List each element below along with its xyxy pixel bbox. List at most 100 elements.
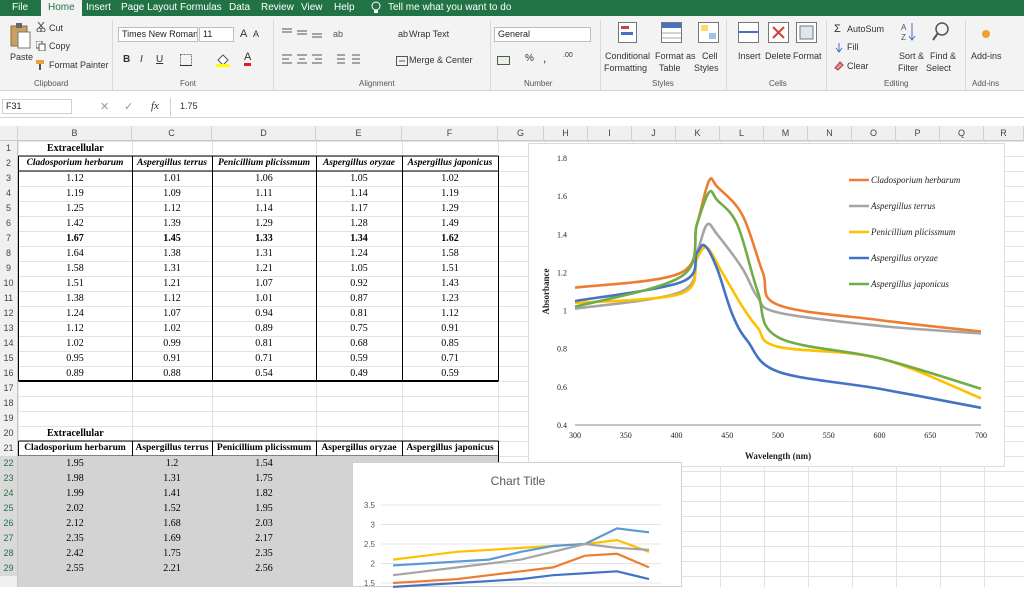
tab-insert[interactable]: Insert <box>86 0 111 16</box>
table1-cell[interactable]: 0.88 <box>132 366 212 381</box>
cell-styles-button-line2[interactable]: Styles <box>694 63 719 73</box>
addins-icon[interactable] <box>980 28 992 43</box>
table1-cell[interactable]: 1.58 <box>18 261 132 276</box>
table1-cell[interactable]: 0.91 <box>132 351 212 366</box>
conditional-formatting-button-line2[interactable]: Formatting <box>604 63 647 73</box>
table1-title[interactable]: Extracellular <box>47 143 104 154</box>
column-header-h[interactable]: H <box>544 126 588 141</box>
table1-cell[interactable]: 1.42 <box>18 216 132 231</box>
table1-cell[interactable]: 1.12 <box>18 321 132 336</box>
table2-cell[interactable]: 1.69 <box>132 531 212 546</box>
fill-icon[interactable] <box>834 43 844 56</box>
shrink-font-button[interactable]: A <box>253 29 259 39</box>
column-header-f[interactable]: F <box>402 126 498 141</box>
table1-cell[interactable]: 1.02 <box>402 171 498 186</box>
absorbance-chart[interactable]: 300 350 400 450 500 550 600 650 700 0.4 0.6 0.8 1 1.2… <box>528 143 1005 467</box>
table2-cell[interactable]: 1.95 <box>212 501 316 516</box>
cut-button[interactable]: Cut <box>49 23 63 33</box>
row-header[interactable]: 9 <box>0 261 17 276</box>
tab-data[interactable]: Data <box>229 0 250 16</box>
table1-cell[interactable]: 0.85 <box>402 336 498 351</box>
table1-cell[interactable]: 1.33 <box>212 231 316 246</box>
row-header[interactable]: 19 <box>0 411 17 426</box>
table1-cell[interactable]: 1.14 <box>212 201 316 216</box>
row-header[interactable]: 23 <box>0 471 17 486</box>
table1-cell[interactable]: 0.49 <box>316 366 402 381</box>
tab-file[interactable]: File <box>12 0 28 16</box>
orientation-icon[interactable]: ab <box>333 27 347 42</box>
table1-cell[interactable]: 1.58 <box>402 246 498 261</box>
table1-cell[interactable]: 1.24 <box>18 306 132 321</box>
row-header[interactable]: 29 <box>0 561 17 576</box>
table2-header-cell[interactable]: Aspergillus japonicus <box>402 441 498 456</box>
table1-cell[interactable]: 0.95 <box>18 351 132 366</box>
tab-help[interactable]: Help <box>334 0 355 16</box>
align-top-icon[interactable] <box>282 27 322 42</box>
table1-cell[interactable]: 1.64 <box>18 246 132 261</box>
italic-button[interactable]: I <box>140 54 143 65</box>
accounting-icon[interactable] <box>497 54 511 69</box>
table1-cell[interactable]: 1.07 <box>212 276 316 291</box>
chart-title-chart[interactable]: Chart Title 3.5 3 2.5 2 1.5 <box>352 462 682 588</box>
tab-home[interactable]: Home <box>41 0 82 16</box>
fill-button[interactable]: Fill <box>847 42 859 52</box>
table1-cell[interactable]: 1.17 <box>316 201 402 216</box>
table1-header-cell[interactable]: Aspergillus terrus <box>132 156 212 171</box>
table1-cell[interactable]: 0.59 <box>402 366 498 381</box>
insert-cells-icon[interactable] <box>738 22 760 47</box>
table1-cell[interactable]: 1.45 <box>132 231 212 246</box>
table1-cell[interactable]: 1.39 <box>132 216 212 231</box>
table2-cell[interactable]: 1.2 <box>132 456 212 471</box>
table1-cell[interactable]: 1.21 <box>132 276 212 291</box>
font-color-button[interactable]: A <box>244 52 252 66</box>
column-header-d[interactable]: D <box>212 126 316 141</box>
column-header-q[interactable]: Q <box>940 126 984 141</box>
cell-styles-button[interactable]: Cell <box>702 51 718 61</box>
addins-button[interactable]: Add-ins <box>971 51 1002 61</box>
row-header[interactable]: 15 <box>0 351 17 366</box>
table2-cell[interactable]: 2.02 <box>18 501 132 516</box>
column-header-i[interactable]: I <box>588 126 632 141</box>
table1-cell[interactable]: 1.23 <box>402 291 498 306</box>
row-header[interactable]: 8 <box>0 246 17 261</box>
table2-cell[interactable]: 1.41 <box>132 486 212 501</box>
search-icon[interactable] <box>931 21 951 46</box>
table1-cell[interactable]: 0.54 <box>212 366 316 381</box>
sort-filter-icon[interactable]: AZ <box>901 21 917 46</box>
row-header[interactable]: 24 <box>0 486 17 501</box>
table2-header-cell[interactable]: Aspergillus terrus <box>132 441 212 456</box>
row-header[interactable]: 11 <box>0 291 17 306</box>
paste-label[interactable]: Paste <box>10 52 33 62</box>
format-as-table-button-line2[interactable]: Table <box>659 63 681 73</box>
row-header[interactable]: 12 <box>0 306 17 321</box>
table1-cell[interactable]: 1.31 <box>212 246 316 261</box>
column-header-l[interactable]: L <box>720 126 764 141</box>
table1-cell[interactable]: 1.12 <box>402 306 498 321</box>
row-header[interactable]: 25 <box>0 501 17 516</box>
column-header-c[interactable]: C <box>132 126 212 141</box>
table1-cell[interactable]: 1.38 <box>18 291 132 306</box>
row-header[interactable]: 16 <box>0 366 17 381</box>
row-header[interactable]: 7 <box>0 231 17 246</box>
tab-formulas[interactable]: Formulas <box>180 0 222 16</box>
table1-header-cell[interactable]: Aspergillus japonicus <box>402 156 498 171</box>
table1-cell[interactable]: 1.11 <box>212 186 316 201</box>
table2-cell[interactable]: 2.55 <box>18 561 132 576</box>
row-header[interactable]: 17 <box>0 381 17 396</box>
table1-cell[interactable]: 1.51 <box>402 261 498 276</box>
table2-cell[interactable]: 2.42 <box>18 546 132 561</box>
table1-cell[interactable]: 1.19 <box>402 186 498 201</box>
table1-cell[interactable]: 0.81 <box>212 336 316 351</box>
table2-cell[interactable]: 1.98 <box>18 471 132 486</box>
table1-cell[interactable]: 1.25 <box>18 201 132 216</box>
row-header[interactable]: 13 <box>0 321 17 336</box>
grow-font-button[interactable]: A <box>240 28 247 40</box>
number-format-dropdown[interactable]: General <box>494 27 591 42</box>
increase-decimal-button[interactable]: .00 <box>563 52 573 59</box>
table1-cell[interactable]: 1.31 <box>132 261 212 276</box>
table1-cell[interactable]: 1.28 <box>316 216 402 231</box>
table1-cell[interactable]: 1.19 <box>18 186 132 201</box>
delete-cells-button[interactable]: Delete <box>765 51 791 61</box>
font-name-dropdown[interactable]: Times New Roman <box>118 27 198 42</box>
table1-cell[interactable]: 0.59 <box>316 351 402 366</box>
